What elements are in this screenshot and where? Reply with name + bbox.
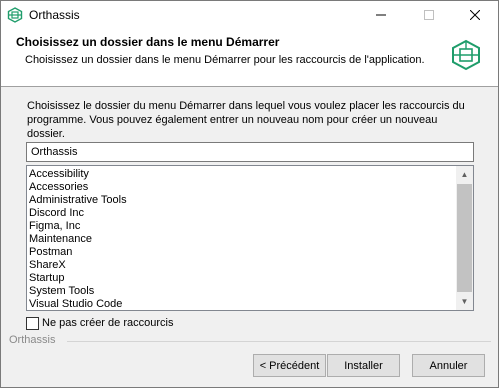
list-item[interactable]: Administrative Tools <box>29 194 455 207</box>
folder-list-items: Accessibility Accessories Administrative… <box>29 168 455 310</box>
maximize-icon[interactable] <box>406 1 452 29</box>
list-item[interactable]: Postman <box>29 246 455 259</box>
title-bar[interactable]: Orthassis <box>1 1 498 29</box>
close-icon[interactable] <box>452 1 498 29</box>
no-shortcuts-option[interactable]: Ne pas créer de raccourcis <box>26 315 173 331</box>
separator-line <box>67 341 491 342</box>
orthassis-logo-icon <box>450 39 482 71</box>
list-item[interactable]: Figma, Inc <box>29 220 455 233</box>
scroll-up-icon[interactable]: ▲ <box>456 166 473 183</box>
back-button[interactable]: < Précédent <box>253 354 326 377</box>
vertical-scrollbar[interactable]: ▲ ▼ <box>456 166 473 310</box>
list-item[interactable]: Startup <box>29 272 455 285</box>
installer-window: Orthassis Choisissez un dossier dans le … <box>0 0 499 388</box>
no-shortcuts-label[interactable]: Ne pas créer de raccourcis <box>42 317 173 329</box>
cancel-button[interactable]: Annuler <box>412 354 485 377</box>
brand-text: Orthassis <box>9 334 60 346</box>
folder-name-input[interactable] <box>26 142 474 162</box>
header-panel: Choisissez un dossier dans le menu Démar… <box>1 29 498 87</box>
list-item[interactable]: System Tools <box>29 285 455 298</box>
orthassis-logo-icon <box>7 7 23 23</box>
scroll-thumb[interactable] <box>457 184 472 292</box>
list-item[interactable]: Accessibility <box>29 168 455 181</box>
minimize-icon[interactable] <box>358 1 404 29</box>
list-item[interactable]: Visual Studio Code <box>29 298 455 310</box>
install-button[interactable]: Installer <box>327 354 400 377</box>
window-title: Orthassis <box>29 8 80 22</box>
instruction-text: Choisissez le dossier du menu Démarrer d… <box>27 100 465 140</box>
list-item[interactable]: Discord Inc <box>29 207 455 220</box>
no-shortcuts-checkbox[interactable] <box>26 316 39 330</box>
list-item[interactable]: ShareX <box>29 259 455 272</box>
page-title: Choisissez un dossier dans le menu Démar… <box>16 35 280 49</box>
branding-separator: Orthassis <box>9 334 491 346</box>
list-item[interactable]: Accessories <box>29 181 455 194</box>
start-menu-folder-list[interactable]: Accessibility Accessories Administrative… <box>26 165 474 311</box>
page-subtitle: Choisissez un dossier dans le menu Démar… <box>25 54 425 66</box>
scroll-down-icon[interactable]: ▼ <box>456 293 473 310</box>
list-item[interactable]: Maintenance <box>29 233 455 246</box>
